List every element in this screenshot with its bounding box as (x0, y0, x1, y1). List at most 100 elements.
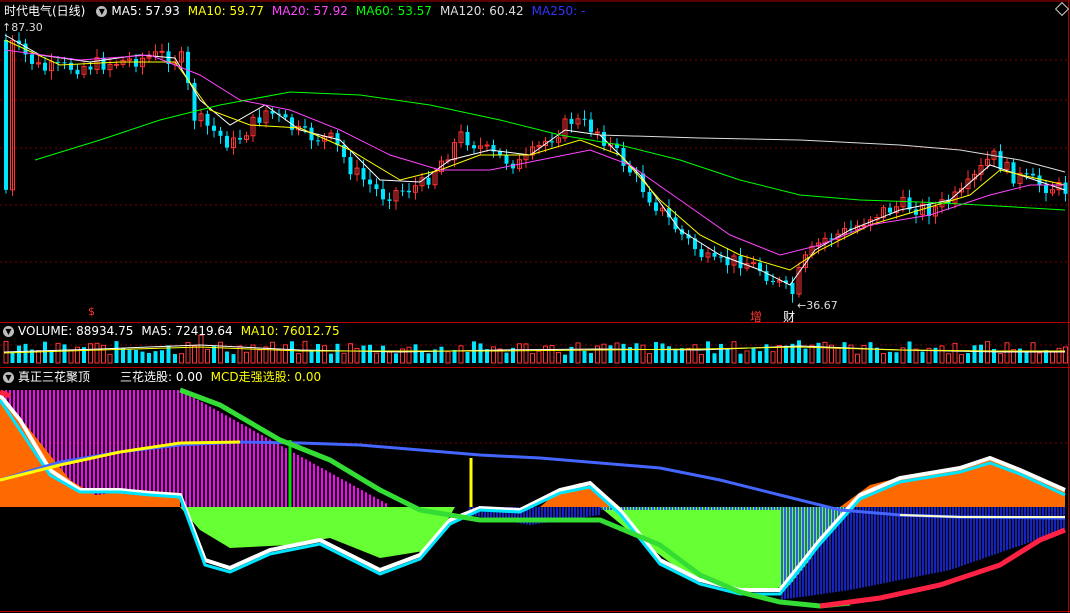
chevron-down-icon[interactable]: ▼ (96, 5, 108, 17)
candle-body-down (1063, 182, 1068, 194)
chevron-down-icon[interactable]: ▼ (3, 325, 14, 337)
volume-bar-up (959, 354, 964, 364)
volume-bar-up (881, 353, 886, 364)
volume-panel-header: ▼ VOLUME: 88934.75 MA5: 72419.64 MA10: 7… (0, 322, 348, 340)
volume-bar-down (966, 353, 970, 363)
candle-body-up (159, 50, 165, 53)
green-area-1 (180, 507, 455, 558)
volume-bar-up (107, 353, 113, 364)
stock-title: 时代电气(日线) (4, 4, 86, 18)
ma60-line (34, 91, 1066, 211)
candle-body-up (484, 144, 490, 147)
volume-bar-up (946, 353, 951, 364)
volume-bar-up (640, 344, 646, 364)
high-arrow-icon: ↑ (2, 21, 12, 34)
candle-body-down (374, 184, 379, 190)
volume-bar-down (361, 345, 366, 363)
volume-bar-up (517, 343, 522, 364)
event-marker-increase[interactable]: 增 (750, 308, 762, 325)
orange-area-3 (840, 460, 1065, 507)
volume-bar-down (654, 342, 658, 363)
volume-bar-up (244, 351, 249, 364)
volume-bar-down (478, 343, 483, 363)
volume-bar-up (387, 351, 392, 364)
volume-bar-down (43, 341, 47, 363)
candle-body-down (348, 157, 353, 175)
candle-body-down (4, 40, 8, 190)
candle-body-down (400, 190, 405, 192)
volume-bar-down (972, 345, 977, 363)
volume-bar-down (920, 351, 925, 363)
volume-bar-up (192, 345, 197, 364)
ma5-readout: MA5: 57.93 (111, 4, 180, 18)
candle-body-down (361, 168, 366, 180)
volume-bar-up (549, 345, 555, 364)
volume-bar-up (1030, 342, 1036, 364)
candle-body-down (927, 204, 931, 216)
indicator-panel-header: ▼ 真正三花聚顶 三花选股: 0.00 MCD走强选股: 0.00 (0, 368, 329, 386)
volume-bar-down (134, 349, 138, 363)
volume-bar-up (36, 350, 41, 364)
event-marker-s[interactable]: $ (88, 305, 95, 318)
volume-bar-up (1004, 342, 1010, 364)
volume-bar-down (49, 350, 54, 363)
volume-bar-up (998, 353, 1003, 364)
candle-body-down (283, 114, 288, 118)
volume-bar-down (309, 351, 314, 363)
volume-bar-up (341, 352, 347, 364)
candle-body-down (647, 192, 652, 203)
main-panel-header: 时代电气(日线) ▼ MA5: 57.93 MA10: 59.77 MA20: … (0, 2, 593, 20)
ma250-readout: MA250: - (531, 4, 586, 18)
candle-body-down (426, 177, 431, 185)
candle-body-down (465, 131, 470, 146)
volume-bar-down (797, 340, 801, 363)
candle-body-down (998, 151, 1003, 170)
candle-body-down (550, 141, 554, 143)
candle-body-down (712, 253, 717, 257)
candle-body-down (368, 179, 372, 185)
volume-bar-up (68, 349, 74, 364)
volume-bar-up (205, 348, 210, 364)
volume-bar-up (614, 342, 620, 364)
candle-body-down (303, 126, 307, 128)
volume-bar-down (439, 346, 444, 363)
volume-bar-up (601, 343, 607, 364)
volume-bar-down (114, 341, 119, 363)
volume-bar-up (647, 353, 652, 364)
volume-bar-down (504, 352, 509, 363)
event-marker-finance[interactable]: 财 (783, 308, 795, 325)
candle-body-down (1031, 173, 1035, 176)
candle-body-down (62, 62, 67, 64)
volume-bar-down (738, 353, 743, 363)
chevron-down-icon[interactable]: ▼ (3, 371, 14, 383)
volume-bar-down (225, 351, 229, 363)
candle-body-down (387, 199, 392, 201)
low-arrow-icon: ← (797, 299, 807, 312)
volume-bar-up (283, 344, 288, 364)
volume-bar-down (335, 343, 340, 363)
volume-bar-up (692, 344, 698, 364)
volume-bar-down (589, 353, 593, 363)
volume-bar-down (316, 343, 320, 363)
volume-bar-down (563, 354, 567, 363)
volume-bar-up (523, 343, 529, 364)
volume-bar-down (452, 350, 457, 363)
volume-bar-up (374, 352, 379, 364)
candle-body-down (56, 61, 60, 63)
volume-bar-down (329, 353, 333, 363)
candle-body-down (504, 154, 509, 164)
volume-bar-down (465, 351, 470, 363)
candle-body-down (75, 69, 80, 75)
volume-bar-down (842, 342, 847, 363)
candle-body-down (134, 58, 138, 67)
volume-bar-down (719, 343, 723, 363)
candle-body-down (589, 119, 593, 133)
volume-bar-up (276, 348, 282, 364)
volume-bar-down (621, 343, 626, 363)
candle-body-up (751, 262, 756, 265)
volume-bar-down (758, 351, 762, 363)
volume-bar-down (751, 347, 756, 363)
volume-bar-down (1024, 351, 1029, 363)
candle-body-down (1044, 185, 1048, 193)
volume-bar-up (835, 347, 841, 364)
